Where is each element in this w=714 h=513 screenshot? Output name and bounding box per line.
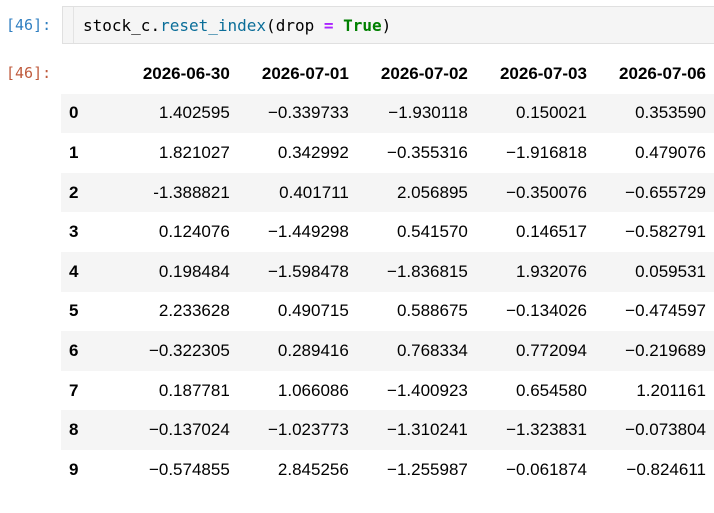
code-method: reset_index bbox=[160, 16, 267, 35]
table-cell: 2.233628 bbox=[158, 301, 230, 321]
table-cell: 0.479076 bbox=[635, 142, 706, 162]
column-header: 2026-07-02 bbox=[380, 63, 468, 83]
table-cell: 0.059531 bbox=[635, 261, 706, 281]
table-cell: −0.219689 bbox=[625, 340, 706, 360]
table-cell: 1.402595 bbox=[158, 103, 230, 123]
code-dot: . bbox=[150, 16, 161, 35]
row-index: 1 bbox=[69, 142, 79, 162]
table-cell: −1.255987 bbox=[387, 459, 468, 479]
table-cell: −1.323831 bbox=[506, 420, 587, 440]
table-cell: 0.401711 bbox=[279, 182, 349, 202]
table-row: 9 −0.574855 2.845256 −1.255987 −0.061874… bbox=[61, 450, 714, 490]
column-header: 2026-06-30 bbox=[142, 63, 230, 83]
table-row: 1 1.821027 0.342992 −0.355316 −1.916818 … bbox=[61, 133, 714, 173]
row-index: 8 bbox=[69, 420, 79, 440]
table-cell: −0.474597 bbox=[625, 301, 706, 321]
table-cell: 1.201161 bbox=[636, 380, 706, 400]
code-argument: drop bbox=[275, 16, 324, 35]
table-cell: −1.449298 bbox=[267, 222, 349, 242]
column-header: 2026-07-06 bbox=[619, 63, 706, 83]
row-index: 5 bbox=[69, 301, 79, 321]
table-cell: 0.772094 bbox=[516, 340, 587, 360]
table-cell: 0.124076 bbox=[158, 222, 230, 242]
table-cell: −1.916818 bbox=[506, 142, 587, 162]
table-cell: 0.187781 bbox=[158, 380, 230, 400]
table-cell: −0.322305 bbox=[148, 340, 230, 360]
dataframe-output: 2026-06-30 2026-07-01 2026-07-02 2026-07… bbox=[61, 54, 714, 490]
row-index: 9 bbox=[69, 459, 79, 479]
table-cell: 0.654580 bbox=[516, 380, 587, 400]
column-header: 2026-07-03 bbox=[499, 63, 587, 83]
code-cell-gutter-rule bbox=[73, 7, 74, 43]
table-cell: 0.768334 bbox=[396, 340, 468, 360]
row-index: 7 bbox=[69, 380, 79, 400]
table-cell: -1.388821 bbox=[153, 182, 230, 202]
table-cell: 1.821027 bbox=[158, 142, 230, 162]
table-cell: 0.150021 bbox=[516, 103, 587, 123]
table-row: 2 -1.388821 0.401711 2.056895 −0.350076 … bbox=[61, 172, 714, 213]
table-header-row: 2026-06-30 2026-07-01 2026-07-02 2026-07… bbox=[61, 54, 714, 94]
table-cell: 2.845256 bbox=[277, 459, 349, 479]
code-variable: stock_c bbox=[83, 16, 151, 35]
table-cell: −0.061874 bbox=[506, 459, 587, 479]
row-index: 6 bbox=[69, 340, 79, 360]
code-operator: = bbox=[323, 16, 334, 35]
code-open-paren: ( bbox=[266, 16, 276, 35]
table-cell: 2.056895 bbox=[396, 182, 468, 202]
table-cell: 0.541570 bbox=[396, 222, 468, 242]
table-cell: −1.930118 bbox=[388, 103, 468, 123]
table-cell: −0.339733 bbox=[267, 103, 349, 123]
table-row: 7 0.187781 1.066086 −1.400923 0.654580 1… bbox=[61, 371, 714, 411]
code-close-paren: ) bbox=[381, 16, 392, 35]
column-header: 2026-07-01 bbox=[261, 63, 349, 83]
row-index: 4 bbox=[69, 261, 79, 281]
table-cell: 0.588675 bbox=[396, 301, 468, 321]
table-cell: 0.198484 bbox=[158, 261, 230, 281]
table-cell: −1.023773 bbox=[267, 420, 349, 440]
table-cell: −0.137024 bbox=[148, 420, 230, 440]
table-cell: −0.134026 bbox=[506, 301, 587, 321]
index-header bbox=[61, 54, 100, 94]
table-cell: −0.073804 bbox=[625, 420, 706, 440]
table-cell: 0.353590 bbox=[635, 103, 706, 123]
table-cell: 0.146517 bbox=[516, 222, 587, 242]
table-row: 8 −0.137024 −1.023773 −1.310241 −1.32383… bbox=[61, 410, 714, 450]
table-row: 0 1.402595 −0.339733 −1.930118 0.150021 … bbox=[61, 93, 714, 134]
table-cell: 1.066086 bbox=[277, 380, 349, 400]
table-row: 3 0.124076 −1.449298 0.541570 0.146517 −… bbox=[61, 212, 714, 252]
table-cell: 0.490715 bbox=[277, 301, 349, 321]
table-cell: −1.400923 bbox=[387, 380, 468, 400]
table-row: 5 2.233628 0.490715 0.588675 −0.134026 −… bbox=[61, 292, 714, 332]
row-index: 0 bbox=[69, 103, 79, 123]
code-line[interactable]: stock_c.reset_index(drop = True) bbox=[83, 16, 391, 35]
code-keyword-true: True bbox=[343, 16, 382, 35]
code-cell[interactable]: stock_c.reset_index(drop = True) bbox=[62, 6, 714, 44]
input-prompt: [46]: bbox=[6, 16, 52, 34]
output-prompt: [46]: bbox=[6, 64, 52, 82]
table-cell: −0.350076 bbox=[506, 182, 587, 202]
row-index: 2 bbox=[69, 182, 79, 202]
table-cell: −0.355316 bbox=[387, 142, 468, 162]
table-row: 6 −0.322305 0.289416 0.768334 0.772094 −… bbox=[61, 331, 714, 371]
table-cell: −0.655729 bbox=[625, 182, 706, 202]
table-cell: 0.342992 bbox=[277, 142, 349, 162]
table-cell: −0.574855 bbox=[148, 459, 230, 479]
row-index: 3 bbox=[69, 222, 79, 242]
table-cell: −1.310241 bbox=[387, 420, 468, 440]
table-cell: −0.824611 bbox=[626, 459, 706, 479]
table-row: 4 0.198484 −1.598478 −1.836815 1.932076 … bbox=[61, 251, 714, 292]
table-cell: −1.598478 bbox=[267, 261, 349, 281]
table-cell: 0.289416 bbox=[277, 340, 349, 360]
table-cell: −1.836815 bbox=[387, 261, 468, 281]
table-cell: 1.932076 bbox=[516, 261, 587, 281]
table-cell: −0.582791 bbox=[625, 222, 706, 242]
